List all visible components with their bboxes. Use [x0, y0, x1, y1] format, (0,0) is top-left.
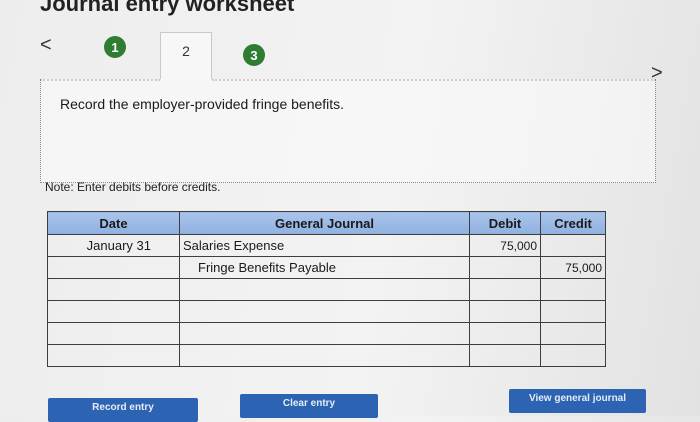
- credit-cell[interactable]: [540, 278, 606, 301]
- page-title: Journal entry worksheet: [40, 0, 295, 16]
- account-cell[interactable]: Fringe Benefits Payable: [179, 256, 470, 279]
- account-cell[interactable]: [179, 278, 470, 301]
- debit-cell[interactable]: 75,000: [469, 234, 541, 257]
- debit-header: Debit: [469, 211, 541, 235]
- step-2-tab[interactable]: 2: [160, 32, 212, 80]
- view-general-journal-button[interactable]: View general journal: [509, 389, 646, 413]
- account-cell[interactable]: [179, 300, 470, 323]
- step-3-tab[interactable]: 3: [243, 44, 265, 66]
- instruction-text: Record the employer-provided fringe bene…: [60, 96, 345, 112]
- credit-cell[interactable]: [540, 322, 606, 345]
- note-text: Note: Enter debits before credits.: [45, 180, 221, 194]
- record-entry-button[interactable]: Record entry: [48, 398, 198, 422]
- credit-cell[interactable]: [540, 344, 606, 367]
- account-header: General Journal: [179, 211, 470, 235]
- step-2-label: 2: [182, 43, 190, 59]
- date-cell[interactable]: [47, 322, 180, 345]
- credit-cell[interactable]: [540, 234, 606, 257]
- credit-header: Credit: [540, 211, 606, 235]
- debit-cell[interactable]: [469, 300, 541, 323]
- table-row: [47, 344, 606, 367]
- account-cell[interactable]: [179, 344, 470, 367]
- date-cell[interactable]: January 31: [47, 234, 180, 257]
- date-cell[interactable]: [47, 344, 180, 367]
- date-header: Date: [47, 211, 180, 235]
- debit-cell[interactable]: [469, 322, 541, 345]
- date-cell[interactable]: [47, 300, 180, 323]
- table-header-row: Date General Journal Debit Credit: [47, 211, 606, 235]
- account-cell[interactable]: Salaries Expense: [179, 234, 470, 257]
- journal-table: Date General Journal Debit Credit Januar…: [47, 211, 606, 367]
- date-cell[interactable]: [47, 278, 180, 301]
- step-1-tab[interactable]: 1: [104, 36, 126, 58]
- debit-cell[interactable]: [469, 344, 541, 367]
- table-row: Fringe Benefits Payable 75,000: [47, 256, 606, 279]
- table-row: [47, 300, 606, 323]
- instruction-panel: [40, 79, 656, 183]
- previous-arrow-icon[interactable]: <: [40, 34, 52, 57]
- account-cell[interactable]: [179, 322, 470, 345]
- clear-entry-button[interactable]: Clear entry: [240, 394, 378, 418]
- table-row: [47, 322, 606, 345]
- table-row: January 31 Salaries Expense 75,000: [47, 234, 606, 257]
- date-cell[interactable]: [47, 256, 180, 279]
- table-row: [47, 278, 606, 301]
- credit-cell[interactable]: 75,000: [540, 256, 606, 279]
- debit-cell[interactable]: [469, 278, 541, 301]
- debit-cell[interactable]: [469, 256, 541, 279]
- credit-cell[interactable]: [540, 300, 606, 323]
